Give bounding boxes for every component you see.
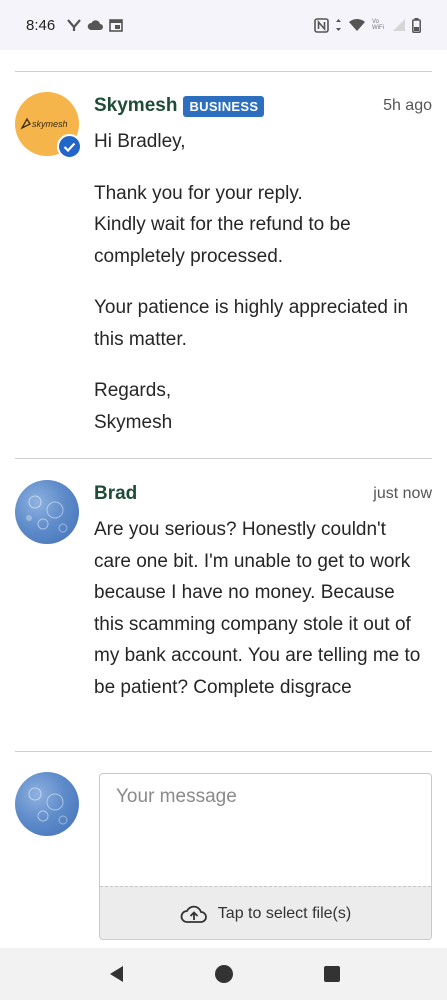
home-button[interactable] — [209, 959, 239, 989]
signal-icon — [393, 19, 405, 31]
message-time: just now — [373, 485, 432, 502]
sender-name[interactable]: Brad — [94, 483, 137, 505]
message-brad: Brad just now Are you serious? Honestly … — [15, 480, 432, 730]
bubbles-pattern-icon — [26, 495, 68, 533]
calendar-icon — [109, 19, 124, 32]
divider — [15, 751, 432, 752]
divider — [15, 71, 432, 72]
message-paragraph: Your patience is highly appreciated in t… — [94, 297, 409, 350]
cloud-upload-icon — [180, 905, 207, 923]
compose-avatar — [15, 772, 79, 836]
message-header: Skymesh BUSINESS 5h ago — [94, 92, 432, 120]
cloud-icon — [87, 20, 104, 30]
recents-icon — [323, 966, 340, 982]
status-left-icons — [67, 18, 124, 32]
message-body: Hi Bradley, Thank you for your reply. Ki… — [94, 126, 424, 458]
bubbles-pattern-icon — [28, 787, 68, 825]
wifi-icon — [349, 18, 365, 31]
data-arrows-icon — [336, 19, 341, 31]
message-body: Are you serious? Honestly couldn't care … — [94, 514, 424, 723]
message-header: Brad just now — [94, 480, 432, 508]
status-right-icons: Vo WiFi — [314, 17, 421, 33]
home-icon — [214, 965, 233, 983]
message-input[interactable] — [100, 774, 431, 886]
file-upload-button[interactable]: Tap to select file(s) — [100, 886, 431, 939]
message-skymesh: skymesh Skymesh BUSINESS 5h ago Hi Bradl… — [15, 92, 432, 442]
svg-text:skymesh: skymesh — [32, 119, 68, 129]
avatar-brad[interactable] — [15, 480, 79, 544]
battery-icon — [412, 17, 421, 33]
message-paragraph: Thank you for your reply. Kindly wait fo… — [94, 182, 351, 267]
compose-box: Tap to select file(s) — [99, 773, 432, 940]
message-time: 5h ago — [383, 97, 432, 114]
sender-name[interactable]: Skymesh — [94, 95, 177, 117]
verified-badge-icon — [57, 134, 82, 159]
back-icon — [109, 966, 123, 982]
status-time: 8:46 — [26, 16, 56, 34]
message-paragraph: Are you serious? Honestly couldn't care … — [94, 519, 421, 698]
message-paragraph: Hi Bradley, — [94, 131, 186, 152]
recents-button[interactable] — [317, 959, 347, 989]
navigation-bar — [0, 948, 447, 1000]
skymesh-logo-icon: skymesh — [20, 117, 68, 130]
status-bar: 8:46 Vo WiFi — [0, 0, 447, 50]
nfc-icon — [314, 17, 329, 33]
message-paragraph: Regards, Skymesh — [94, 380, 173, 433]
back-button[interactable] — [101, 959, 131, 989]
business-badge: BUSINESS — [183, 95, 265, 117]
carrier-y-icon — [67, 19, 82, 31]
wifi-label: Vo WiFi — [372, 19, 384, 31]
upload-label: Tap to select file(s) — [217, 904, 352, 922]
divider — [15, 458, 432, 459]
